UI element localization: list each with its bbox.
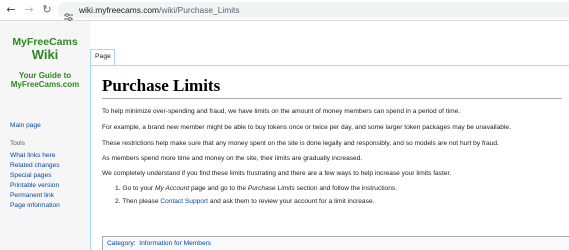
article-content: Purchase Limits To help minimize over-sp… [90,65,569,250]
paragraph: For example, a brand new member might be… [102,124,511,131]
contact-support-link[interactable]: Contact Support [160,198,208,205]
my-account-emphasis: My Account [154,185,190,192]
paragraph: These restrictions help make sure that a… [102,140,499,147]
step-number: 1. [115,185,121,192]
logo-tagline-2: MyFreeCams.com [10,80,80,89]
tools-list: What links here Related changes Special … [10,151,60,211]
sidebar-item-main-page[interactable]: Main page [10,121,41,130]
site-logo[interactable]: MyFreeCams Wiki Your Guide to MyFreeCams… [0,36,90,89]
category-box: Category: Information for Members [102,236,569,250]
url-text[interactable]: wiki.myfreecams.com/wiki/Purchase_Limits [79,4,240,16]
sidebar-item-page-information[interactable]: Page information [10,201,60,211]
title-divider [102,98,562,99]
sidebar-item-special-pages[interactable]: Special pages [10,171,60,181]
sidebar-item-what-links-here[interactable]: What links here [10,151,60,161]
step-text: Then please [122,198,161,205]
list-item: 2. Then please Contact Support and ask t… [115,197,397,206]
tab-page-label: Page [95,53,111,60]
category-separator: : [133,240,136,247]
tools-heading: Tools [10,140,25,147]
list-item: 1. Go to your My Account page and go to … [115,184,397,193]
step-text: page and go to the [189,185,248,192]
paragraph: To help minimize over-spending and fraud… [102,108,461,115]
page-title: Purchase Limits [102,76,221,95]
step-text: Go to your [122,185,155,192]
step-text: and ask them to review your account for … [208,198,375,205]
address-bar[interactable]: wiki.myfreecams.com/wiki/Purchase_Limits [58,2,569,21]
steps-list: 1. Go to your My Account page and go to … [115,184,397,210]
reload-icon[interactable]: ↻ [40,3,54,17]
url-path: /wiki/Purchase_Limits [159,5,240,15]
tab-page[interactable]: Page [90,49,115,66]
category-label-link[interactable]: Category [107,240,134,247]
paragraph: We completely understand if you find the… [102,170,452,177]
step-number: 2. [115,198,121,205]
logo-tagline-1: Your Guide to [18,71,72,80]
url-host: wiki.myfreecams.com [79,5,160,15]
browser-toolbar: ← → ↻ wiki.myfreecams.com/wiki/Purchase_… [0,0,569,21]
sidebar-item-related-changes[interactable]: Related changes [10,161,60,171]
step-text: section and follow the instructions. [294,185,398,192]
sidebar-item-permanent-link[interactable]: Permanent link [10,191,60,201]
logo-line-2: Wiki [31,47,59,62]
back-arrow-icon[interactable]: ← [4,3,18,17]
purchase-limits-emphasis: Purchase Limits [247,185,295,192]
sidebar-item-printable-version[interactable]: Printable version [10,181,60,191]
paragraph: As members spend more time and money on … [102,155,363,162]
tune-icon[interactable] [64,6,73,21]
category-line: Category: Information for Members [107,240,211,247]
category-link[interactable]: Information for Members [139,240,211,247]
sidebar: MyFreeCams Wiki Your Guide to MyFreeCams… [0,21,90,250]
forward-arrow-icon[interactable]: → [22,3,36,17]
